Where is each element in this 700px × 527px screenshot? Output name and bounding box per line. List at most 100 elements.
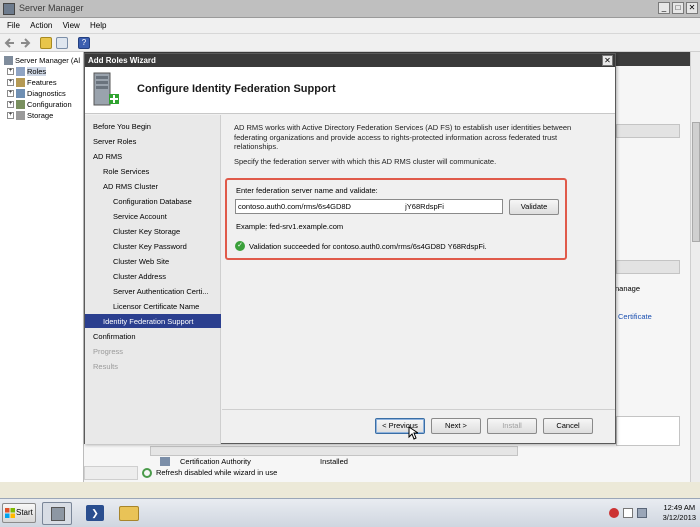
install-button[interactable]: Install — [487, 418, 537, 434]
action-center-icon[interactable] — [608, 508, 619, 518]
status-bar: Refresh disabled while wizard in use — [84, 466, 690, 480]
minimize-button[interactable]: _ — [658, 2, 670, 14]
table-row[interactable]: Certification Authority Installed — [150, 456, 518, 466]
wizard-step-item[interactable]: Confirmation — [85, 329, 221, 343]
expand-icon[interactable]: + — [7, 90, 14, 97]
wizard-step-item[interactable]: Configuration Database — [85, 194, 221, 208]
taskbar: Start ❯ 12:49 AM 3/12/2013 — [0, 498, 700, 527]
tree-item-server-manager[interactable]: Server Manager (Al — [4, 55, 80, 66]
wizard-step-item[interactable]: AD RMS — [85, 149, 221, 163]
wizard-step-item[interactable]: Role Services — [85, 164, 221, 178]
clock[interactable]: 12:49 AM 3/12/2013 — [663, 503, 696, 523]
tree-item-configuration[interactable]: + Configuration — [7, 99, 72, 110]
tree-item-label: Features — [27, 78, 57, 87]
help-icon[interactable]: ? — [78, 37, 90, 49]
wizard-step-item[interactable]: Server Roles — [85, 134, 221, 148]
back-arrow-icon[interactable] — [4, 37, 16, 49]
section-header — [616, 260, 680, 274]
expand-icon[interactable]: + — [7, 101, 14, 108]
tree-item-storage[interactable]: + Storage — [7, 110, 53, 121]
section-header — [616, 124, 680, 138]
scrollbar-thumb[interactable] — [692, 122, 700, 242]
list-header — [150, 446, 518, 456]
wizard-footer: < Previous Next > Install Cancel — [222, 409, 615, 444]
role-name: Certification Authority — [180, 456, 251, 466]
checkmark-icon: ✓ — [235, 241, 245, 251]
tree-item-features[interactable]: + Features — [7, 77, 57, 88]
up-folder-icon[interactable] — [40, 37, 52, 49]
forward-arrow-icon[interactable] — [19, 37, 31, 49]
system-tray: 12:49 AM 3/12/2013 — [608, 503, 696, 523]
menu-bar: File Action View Help — [0, 18, 700, 34]
validation-success-message: Validation succeeded for contoso.auth0.c… — [249, 242, 487, 251]
example-text: Example: fed-srv1.example.com — [236, 222, 344, 231]
window-controls: _ □ ✕ — [658, 2, 698, 14]
show-hide-tree-icon[interactable] — [56, 37, 68, 49]
wizard-step-item[interactable]: Identity Federation Support — [85, 314, 221, 328]
tree-item-label: Diagnostics — [27, 89, 66, 98]
certificate-authority-icon — [160, 456, 170, 466]
wizard-step-item[interactable]: Cluster Address — [85, 269, 221, 283]
instruction-text: Specify the federation server with which… — [234, 157, 497, 166]
server-manager-taskbar-icon[interactable] — [42, 502, 72, 525]
network-icon[interactable] — [636, 508, 647, 518]
menu-view[interactable]: View — [63, 21, 80, 30]
menu-help[interactable]: Help — [90, 21, 106, 30]
diagnostics-icon — [16, 89, 25, 98]
refresh-notice: Refresh disabled while wizard in use — [156, 468, 278, 477]
wizard-step-item[interactable]: Cluster Key Password — [85, 239, 221, 253]
roles-list: Certification Authority Installed — [150, 446, 518, 466]
explorer-taskbar-icon[interactable] — [114, 502, 144, 525]
wizard-title: Add Roles Wizard — [88, 56, 156, 65]
wizard-steps-nav: Before You Begin Server Roles AD RMS Role S… — [85, 115, 221, 444]
tree-item-diagnostics[interactable]: + Diagnostics — [7, 88, 66, 99]
clock-time: 12:49 AM — [663, 503, 696, 512]
wizard-step-item[interactable]: Cluster Key Storage — [85, 224, 221, 238]
validate-button[interactable]: Validate — [509, 199, 559, 215]
federation-server-label: Enter federation server name and validat… — [236, 186, 378, 195]
refresh-icon — [142, 468, 152, 478]
storage-icon — [16, 111, 25, 120]
start-label: Start — [16, 508, 33, 517]
mouse-cursor-icon — [408, 426, 418, 440]
horizontal-scrollbar[interactable] — [84, 466, 138, 480]
server-roles-icon — [91, 70, 121, 110]
wizard-step-item[interactable]: Licensor Certificate Name — [85, 299, 221, 313]
federation-server-input[interactable] — [235, 199, 503, 214]
next-button[interactable]: Next > — [431, 418, 481, 434]
wizard-header: Configure Identity Federation Support — [85, 67, 615, 114]
wizard-content: AD RMS works with Active Directory Feder… — [222, 115, 615, 409]
expand-icon[interactable]: + — [7, 112, 14, 119]
server-manager-icon — [3, 3, 15, 15]
start-button[interactable]: Start — [2, 503, 36, 523]
wizard-step-item: Progress — [93, 346, 124, 356]
features-icon — [16, 78, 25, 87]
menu-file[interactable]: File — [7, 21, 20, 30]
wizard-step-item[interactable]: Before You Begin — [85, 119, 221, 133]
powershell-taskbar-icon[interactable]: ❯ — [80, 502, 110, 525]
cancel-button[interactable]: Cancel — [543, 418, 593, 434]
maximize-button[interactable]: □ — [672, 2, 684, 14]
vertical-scrollbar[interactable] — [690, 52, 700, 482]
wizard-step-item[interactable]: Server Authentication Certi... — [85, 284, 221, 298]
wizard-close-button[interactable]: ✕ — [602, 55, 613, 66]
tree-item-label: Storage — [27, 111, 54, 120]
close-button[interactable]: ✕ — [686, 2, 698, 14]
clock-date: 3/12/2013 — [662, 513, 696, 522]
server-manager-titlebar: Server Manager _ □ ✕ — [0, 0, 700, 18]
windows-logo-icon — [5, 508, 15, 518]
configuration-icon — [16, 100, 25, 109]
wizard-step-item[interactable]: AD RMS Cluster — [85, 179, 221, 193]
server-icon — [4, 56, 13, 65]
expand-icon[interactable]: + — [7, 79, 14, 86]
expand-icon[interactable]: + — [7, 68, 14, 75]
menu-action[interactable]: Action — [30, 21, 52, 30]
roles-icon — [16, 67, 25, 76]
tree-item-roles[interactable]: + Roles — [7, 66, 47, 77]
wizard-step-item[interactable]: Service Account — [85, 209, 221, 223]
certificate-link[interactable]: Certificate — [618, 312, 652, 321]
tree-item-label: Configuration — [27, 100, 72, 109]
navigation-tree: Server Manager (Al + Roles + Features + … — [0, 52, 84, 482]
flag-icon[interactable] — [622, 508, 633, 518]
wizard-step-item[interactable]: Cluster Web Site — [85, 254, 221, 268]
